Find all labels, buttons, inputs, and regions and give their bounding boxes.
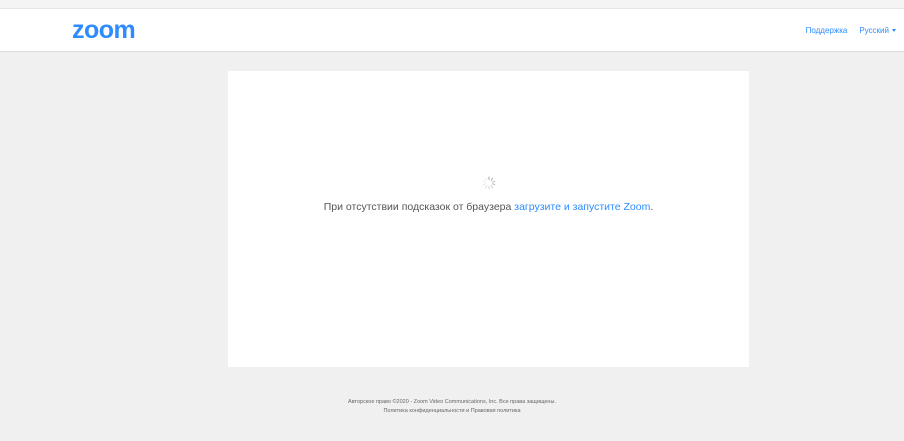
header: zoom Поддержка Русский [0, 9, 904, 52]
page: zoom Поддержка Русский При отсутствии по… [0, 0, 904, 441]
launch-message-text: При отсутствии подсказок от браузера [323, 201, 515, 213]
launch-message-suffix: . [650, 201, 654, 213]
header-nav: Поддержка Русский [806, 26, 896, 35]
browser-top-strip [0, 0, 904, 9]
launch-message: При отсутствии подсказок от браузера заг… [228, 201, 749, 213]
loading-spinner-icon [482, 176, 496, 190]
copyright-text: Авторское право ©2020 - Zoom Video Commu… [348, 399, 556, 405]
privacy-policy-link[interactable]: Политика конфиденциальности [383, 408, 464, 414]
footer-links: Политика конфиденциальности и Правовая п… [0, 407, 904, 416]
support-link[interactable]: Поддержка [806, 26, 848, 35]
download-launch-link[interactable]: загрузите и запустите Zoom [514, 201, 650, 213]
language-label: Русский [859, 26, 889, 35]
zoom-logo[interactable]: zoom [72, 17, 136, 43]
legal-policy-link[interactable]: Правовая политика [471, 408, 521, 414]
language-dropdown[interactable]: Русский [859, 26, 896, 35]
launch-card: При отсутствии подсказок от браузера заг… [228, 71, 749, 367]
caret-down-icon [892, 29, 896, 33]
footer: Авторское право ©2020 - Zoom Video Commu… [0, 398, 904, 416]
